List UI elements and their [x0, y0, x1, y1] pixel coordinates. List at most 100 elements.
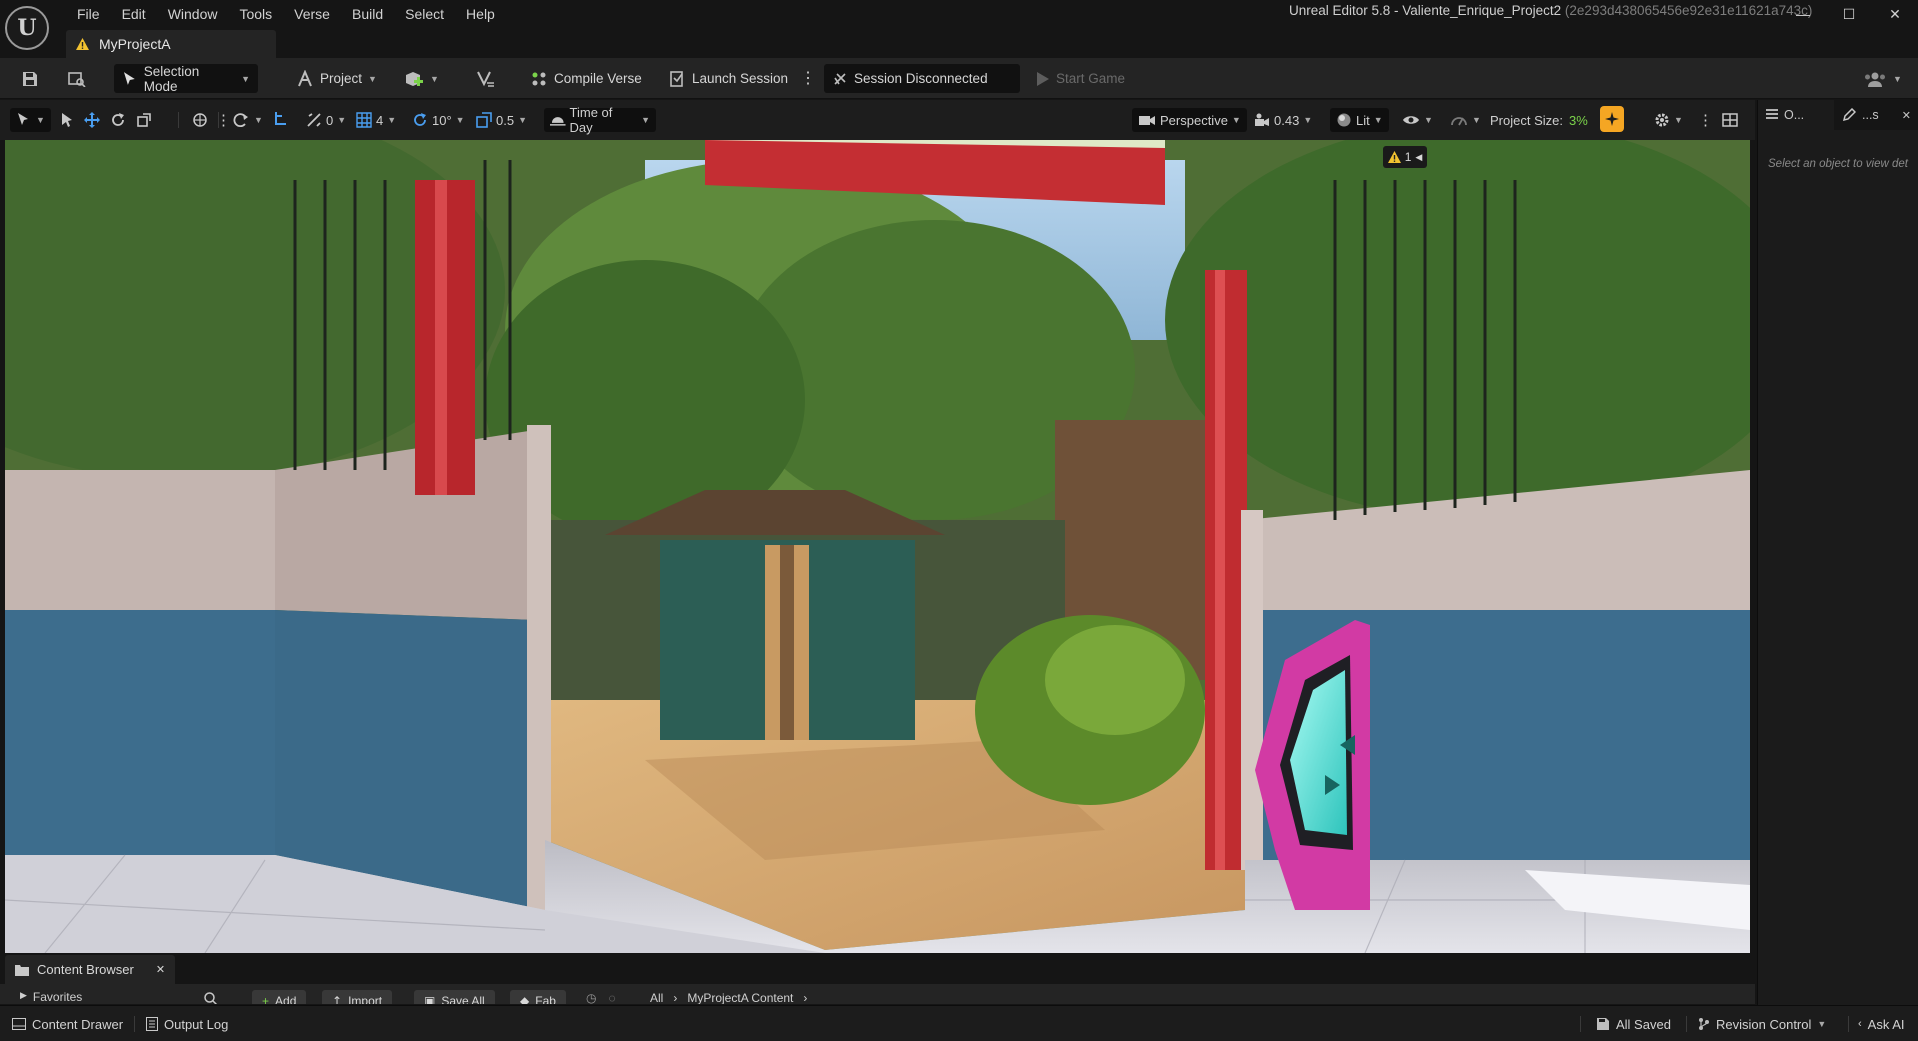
rotation-snap-value: 0 — [326, 112, 334, 128]
close-button[interactable]: ✕ — [1872, 0, 1918, 28]
selection-mode-dropdown[interactable]: Selection Mode ▼ — [114, 63, 258, 94]
breadcrumb-content[interactable]: MyProjectA Content — [687, 991, 793, 1004]
drop-to-floor-icon — [275, 112, 286, 125]
chevron-down-icon: ▼ — [1373, 115, 1383, 125]
add-button[interactable]: + Add — [252, 990, 307, 1004]
viewport-layout-button[interactable] — [1716, 108, 1744, 132]
menu-file[interactable]: File — [66, 4, 111, 24]
browse-icon — [68, 71, 86, 87]
breadcrumb-all[interactable]: All — [650, 991, 663, 1004]
menu-build[interactable]: Build — [341, 4, 394, 24]
grid-snap-dropdown[interactable]: 4 ▼ — [350, 108, 402, 132]
multiplayer-dropdown[interactable]: ▼ — [1855, 64, 1910, 93]
warning-badge[interactable]: 1 ◀ — [1383, 146, 1427, 168]
chevron-down-icon: ▼ — [518, 115, 527, 125]
project-tab[interactable]: MyProjectA — [66, 30, 276, 58]
favorites-section[interactable]: ▶ Favorites — [20, 990, 82, 1004]
content-drawer-icon — [12, 1018, 26, 1030]
content-drawer-button[interactable]: Content Drawer — [6, 1013, 129, 1035]
grid-snap-value: 4 — [376, 112, 384, 128]
close-icon[interactable]: ✕ — [1902, 109, 1911, 122]
rotate-icon[interactable] — [110, 112, 126, 128]
save-button[interactable] — [14, 64, 46, 93]
revision-control-dropdown[interactable]: Revision Control ▼ — [1692, 1013, 1832, 1035]
all-saved-label: All Saved — [1616, 1016, 1671, 1032]
search-icon[interactable] — [204, 992, 218, 1004]
content-browser-tab[interactable]: Content Browser ✕ — [5, 955, 176, 984]
scale-icon[interactable] — [136, 112, 152, 128]
project-tab-label: MyProjectA — [99, 36, 171, 52]
select-mode-icon — [18, 113, 28, 125]
minimize-button[interactable]: — — [1780, 0, 1826, 28]
unreal-logo-icon[interactable]: U — [5, 6, 49, 50]
menu-edit[interactable]: Edit — [111, 4, 157, 24]
perspective-dropdown[interactable]: Perspective ▼ — [1132, 108, 1247, 132]
menu-verse[interactable]: Verse — [283, 4, 341, 24]
menu-window[interactable]: Window — [157, 4, 229, 24]
time-of-day-dropdown[interactable]: Time of Day ▼ — [544, 105, 656, 135]
show-flags-dropdown[interactable]: ▼ — [1396, 108, 1439, 132]
launch-session-button[interactable]: Launch Session — [660, 64, 796, 93]
performance-dropdown[interactable]: ▼ — [1444, 108, 1487, 132]
history-back-icon[interactable]: ◷ — [586, 991, 596, 1004]
chevron-down-icon: ▼ — [1817, 1019, 1827, 1029]
world-coordinates-icon[interactable] — [192, 112, 208, 128]
gauge-icon — [1451, 117, 1467, 126]
time-of-day-label: Time of Day — [569, 105, 613, 135]
tab-outliner[interactable]: O... — [1758, 100, 1834, 130]
history-forward-icon[interactable]: ◌ — [608, 991, 615, 1004]
menu-tools[interactable]: Tools — [228, 4, 283, 24]
ask-ai-label: Ask AI — [1867, 1016, 1905, 1032]
compile-verse-button[interactable]: Compile Verse — [522, 64, 650, 93]
view-mode-dropdown[interactable]: Lit ▼ — [1330, 108, 1389, 132]
menu-select[interactable]: Select — [394, 4, 455, 24]
surface-snap-dropdown[interactable]: ▼ — [226, 108, 269, 132]
rotation-snap-dropdown[interactable]: 0 ▼ — [300, 108, 352, 132]
menu-help[interactable]: Help — [455, 4, 506, 24]
content-browser-tabbar: Content Browser ✕ — [0, 955, 1755, 984]
saved-icon — [1597, 1018, 1609, 1030]
more-options-button[interactable]: ⋮ — [796, 64, 820, 93]
project-dropdown[interactable]: Project ▼ — [288, 64, 385, 93]
all-saved-button[interactable]: All Saved — [1590, 1013, 1677, 1035]
users-icon — [1865, 72, 1885, 87]
quick-settings-button[interactable] — [1600, 106, 1624, 132]
ask-ai-button[interactable]: ‹ Ask AI — [1852, 1013, 1911, 1035]
breadcrumb: All › MyProjectA Content › — [650, 991, 807, 1004]
session-status-indicator[interactable]: Session Disconnected — [824, 64, 1020, 93]
tab-details[interactable]: ...s ✕ — [1834, 100, 1918, 130]
menu-bar: File Edit Window Tools Verse Build Selec… — [66, 4, 506, 24]
close-icon[interactable]: ✕ — [156, 963, 165, 976]
window-controls: — ☐ ✕ — [1780, 0, 1918, 28]
source-control-button[interactable] — [60, 64, 94, 93]
add-content-dropdown[interactable]: ▼ — [396, 64, 447, 93]
drop-to-floor-button[interactable] — [266, 108, 294, 132]
folder-icon — [15, 964, 29, 976]
import-button[interactable]: ↥ Import — [322, 990, 393, 1004]
start-game-button[interactable]: Start Game — [1026, 64, 1133, 93]
viewport-more-button[interactable]: ⋮ — [1694, 108, 1717, 132]
save-all-button[interactable]: ▣ Save All — [414, 990, 495, 1004]
content-browser-tab-label: Content Browser — [37, 962, 134, 977]
fab-button[interactable]: ◆ Fab — [510, 990, 566, 1004]
angle-snap-value: 10° — [432, 112, 452, 128]
viewport-toolbar: ▼ ⋮ ▼ 0 ▼ 4 ▼ 10° ▼ 0.5 ▼ Time of Day ▼ … — [0, 100, 1755, 140]
import-icon: ↥ — [332, 994, 343, 1004]
project-size-value: 3% — [1568, 112, 1588, 128]
viewport-options-dropdown[interactable]: ▼ — [10, 108, 51, 132]
angle-snap-dropdown[interactable]: 10° ▼ — [406, 108, 471, 132]
verse-button[interactable] — [468, 64, 504, 93]
select-arrow-icon[interactable] — [60, 112, 74, 128]
level-viewport[interactable]: 1 ◀ — [5, 140, 1750, 953]
selection-mode-label: Selection Mode — [143, 63, 200, 94]
status-bar: Content Drawer Output Log All Saved Revi… — [0, 1005, 1918, 1041]
camera-speed-dropdown[interactable]: 0.43 ▼ — [1248, 108, 1318, 132]
warning-count: 1 — [1404, 150, 1412, 164]
perspective-label: Perspective — [1160, 112, 1228, 128]
output-log-icon — [146, 1017, 158, 1031]
maximize-button[interactable]: ☐ — [1826, 0, 1872, 28]
move-icon[interactable] — [84, 112, 100, 128]
scale-snap-dropdown[interactable]: 0.5 ▼ — [470, 108, 533, 132]
output-log-button[interactable]: Output Log — [140, 1013, 234, 1035]
viewport-settings-dropdown[interactable]: ▼ — [1648, 108, 1689, 132]
